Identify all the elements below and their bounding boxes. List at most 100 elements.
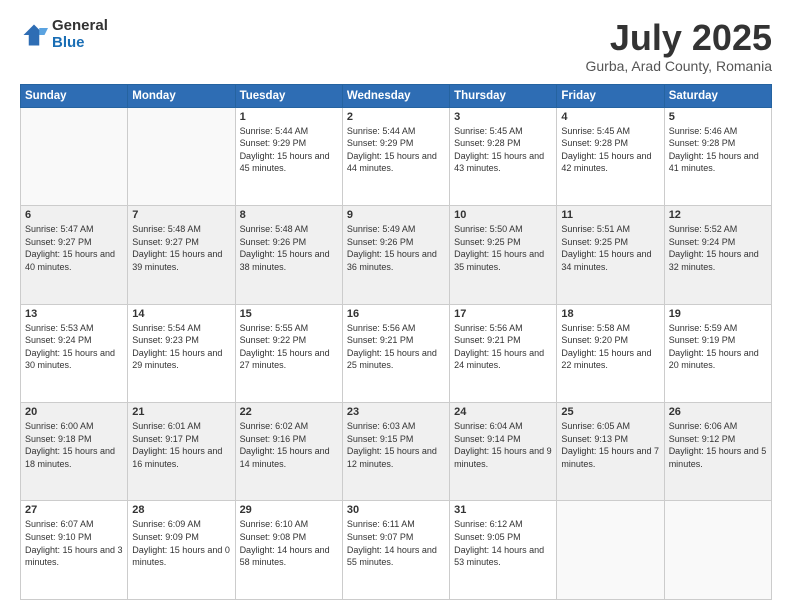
table-row: 12 Sunrise: 5:52 AM Sunset: 9:24 PM Dayli… [664, 206, 771, 304]
header-monday: Monday [128, 84, 235, 107]
table-row [128, 107, 235, 205]
calendar-header-row: Sunday Monday Tuesday Wednesday Thursday… [21, 84, 772, 107]
table-row: 18Sunrise: 5:58 AM Sunset: 9:20 PM Dayli… [557, 304, 664, 402]
table-row: 23Sunrise: 6:03 AM Sunset: 9:15 PM Dayli… [342, 403, 449, 501]
cell-info: Sunrise: 5:54 AM Sunset: 9:23 PM Dayligh… [132, 322, 230, 372]
table-row: 27 Sunrise: 6:07 AM Sunset: 9:10 PM Dayli… [21, 501, 128, 600]
table-row: 3 Sunrise: 5:45 AM Sunset: 9:28 PM Daylig… [450, 107, 557, 205]
table-row: 21Sunrise: 6:01 AM Sunset: 9:17 PM Dayli… [128, 403, 235, 501]
cell-info: Sunrise: 5:53 AM Sunset: 9:24 PM Dayligh… [25, 322, 123, 372]
cell-info: Sunrise: 6:07 AM Sunset: 9:10 PM Dayligh… [25, 518, 123, 568]
table-row: 13 Sunrise: 5:53 AM Sunset: 9:24 PM Dayli… [21, 304, 128, 402]
table-row: 10 Sunrise: 5:50 AM Sunset: 9:25 PM Dayli… [450, 206, 557, 304]
day-number: 29 [240, 504, 338, 516]
table-row [557, 501, 664, 600]
month-title: July 2025 [585, 18, 772, 58]
cell-info: Sunrise: 6:03 AM Sunset: 9:15 PM Dayligh… [347, 420, 445, 470]
logo: General Blue [20, 18, 108, 51]
header-wednesday: Wednesday [342, 84, 449, 107]
table-row [21, 107, 128, 205]
table-row: 16 Sunrise: 5:56 AM Sunset: 9:21 PM Dayli… [342, 304, 449, 402]
cell-info: Sunrise: 5:56 AM Sunset: 9:21 PM Dayligh… [347, 322, 445, 372]
day-number: 20 [25, 406, 123, 418]
day-number: 4 [561, 111, 659, 123]
header-thursday: Thursday [450, 84, 557, 107]
cell-info: Sunrise: 6:12 AM Sunset: 9:05 PM Dayligh… [454, 518, 552, 568]
table-row: 19 Sunrise: 5:59 AM Sunset: 9:19 PM Dayli… [664, 304, 771, 402]
cell-info: Sunrise: 6:02 AM Sunset: 9:16 PM Dayligh… [240, 420, 338, 470]
cell-info: Sunrise: 5:46 AM Sunset: 9:28 PM Dayligh… [669, 125, 767, 175]
table-row: 8Sunrise: 5:48 AM Sunset: 9:26 PM Daylig… [235, 206, 342, 304]
table-row: 14 Sunrise: 5:54 AM Sunset: 9:23 PM Dayli… [128, 304, 235, 402]
header: General Blue July 2025 Gurba, Arad Count… [20, 18, 772, 74]
calendar-week-row: 6 Sunrise: 5:47 AM Sunset: 9:27 PM Daylig… [21, 206, 772, 304]
table-row: 1 Sunrise: 5:44 AM Sunset: 9:29 PM Daylig… [235, 107, 342, 205]
day-number: 3 [454, 111, 552, 123]
cell-info: Sunrise: 5:49 AM Sunset: 9:26 PM Dayligh… [347, 223, 445, 273]
table-row: 17 Sunrise: 5:56 AM Sunset: 9:21 PM Dayli… [450, 304, 557, 402]
cell-info: Sunrise: 6:09 AM Sunset: 9:09 PM Dayligh… [132, 518, 230, 568]
day-number: 30 [347, 504, 445, 516]
day-number: 12 [669, 209, 767, 221]
table-row: 25 Sunrise: 6:05 AM Sunset: 9:13 PM Dayli… [557, 403, 664, 501]
day-number: 24 [454, 406, 552, 418]
table-row: 5 Sunrise: 5:46 AM Sunset: 9:28 PM Daylig… [664, 107, 771, 205]
day-number: 31 [454, 504, 552, 516]
cell-info: Sunrise: 5:45 AM Sunset: 9:28 PM Dayligh… [454, 125, 552, 175]
day-number: 14 [132, 308, 230, 320]
day-number: 13 [25, 308, 123, 320]
cell-info: Sunrise: 6:00 AM Sunset: 9:18 PM Dayligh… [25, 420, 123, 470]
table-row: 11Sunrise: 5:51 AM Sunset: 9:25 PM Dayli… [557, 206, 664, 304]
cell-info: Sunrise: 6:01 AM Sunset: 9:17 PM Dayligh… [132, 420, 230, 470]
title-block: July 2025 Gurba, Arad County, Romania [585, 18, 772, 74]
logo-text: General Blue [52, 18, 108, 51]
day-number: 28 [132, 504, 230, 516]
logo-blue-text: Blue [52, 35, 108, 52]
day-number: 5 [669, 111, 767, 123]
header-sunday: Sunday [21, 84, 128, 107]
calendar-table: Sunday Monday Tuesday Wednesday Thursday… [20, 84, 772, 600]
cell-info: Sunrise: 5:59 AM Sunset: 9:19 PM Dayligh… [669, 322, 767, 372]
table-row: 22Sunrise: 6:02 AM Sunset: 9:16 PM Dayli… [235, 403, 342, 501]
cell-info: Sunrise: 5:47 AM Sunset: 9:27 PM Dayligh… [25, 223, 123, 273]
table-row: 9 Sunrise: 5:49 AM Sunset: 9:26 PM Daylig… [342, 206, 449, 304]
table-row: 6 Sunrise: 5:47 AM Sunset: 9:27 PM Daylig… [21, 206, 128, 304]
day-number: 25 [561, 406, 659, 418]
table-row: 15Sunrise: 5:55 AM Sunset: 9:22 PM Dayli… [235, 304, 342, 402]
day-number: 27 [25, 504, 123, 516]
day-number: 1 [240, 111, 338, 123]
day-number: 26 [669, 406, 767, 418]
header-saturday: Saturday [664, 84, 771, 107]
table-row: 29 Sunrise: 6:10 AM Sunset: 9:08 PM Dayli… [235, 501, 342, 600]
day-number: 16 [347, 308, 445, 320]
cell-info: Sunrise: 5:44 AM Sunset: 9:29 PM Dayligh… [240, 125, 338, 175]
table-row: 28 Sunrise: 6:09 AM Sunset: 9:09 PM Dayli… [128, 501, 235, 600]
calendar-week-row: 20 Sunrise: 6:00 AM Sunset: 9:18 PM Dayli… [21, 403, 772, 501]
calendar-week-row: 13 Sunrise: 5:53 AM Sunset: 9:24 PM Dayli… [21, 304, 772, 402]
logo-icon [20, 21, 48, 49]
cell-info: Sunrise: 5:51 AM Sunset: 9:25 PM Dayligh… [561, 223, 659, 273]
day-number: 18 [561, 308, 659, 320]
cell-info: Sunrise: 5:48 AM Sunset: 9:27 PM Dayligh… [132, 223, 230, 273]
cell-info: Sunrise: 5:52 AM Sunset: 9:24 PM Dayligh… [669, 223, 767, 273]
day-number: 10 [454, 209, 552, 221]
day-number: 17 [454, 308, 552, 320]
calendar-week-row: 27 Sunrise: 6:07 AM Sunset: 9:10 PM Dayli… [21, 501, 772, 600]
cell-info: Sunrise: 6:11 AM Sunset: 9:07 PM Dayligh… [347, 518, 445, 568]
table-row: 4 Sunrise: 5:45 AM Sunset: 9:28 PM Daylig… [557, 107, 664, 205]
header-tuesday: Tuesday [235, 84, 342, 107]
day-number: 6 [25, 209, 123, 221]
cell-info: Sunrise: 6:10 AM Sunset: 9:08 PM Dayligh… [240, 518, 338, 568]
day-number: 19 [669, 308, 767, 320]
day-number: 9 [347, 209, 445, 221]
cell-info: Sunrise: 5:56 AM Sunset: 9:21 PM Dayligh… [454, 322, 552, 372]
calendar-week-row: 1 Sunrise: 5:44 AM Sunset: 9:29 PM Daylig… [21, 107, 772, 205]
cell-info: Sunrise: 5:50 AM Sunset: 9:25 PM Dayligh… [454, 223, 552, 273]
day-number: 8 [240, 209, 338, 221]
cell-info: Sunrise: 5:45 AM Sunset: 9:28 PM Dayligh… [561, 125, 659, 175]
table-row [664, 501, 771, 600]
table-row: 24Sunrise: 6:04 AM Sunset: 9:14 PM Dayli… [450, 403, 557, 501]
header-friday: Friday [557, 84, 664, 107]
cell-info: Sunrise: 6:05 AM Sunset: 9:13 PM Dayligh… [561, 420, 659, 470]
cell-info: Sunrise: 5:44 AM Sunset: 9:29 PM Dayligh… [347, 125, 445, 175]
